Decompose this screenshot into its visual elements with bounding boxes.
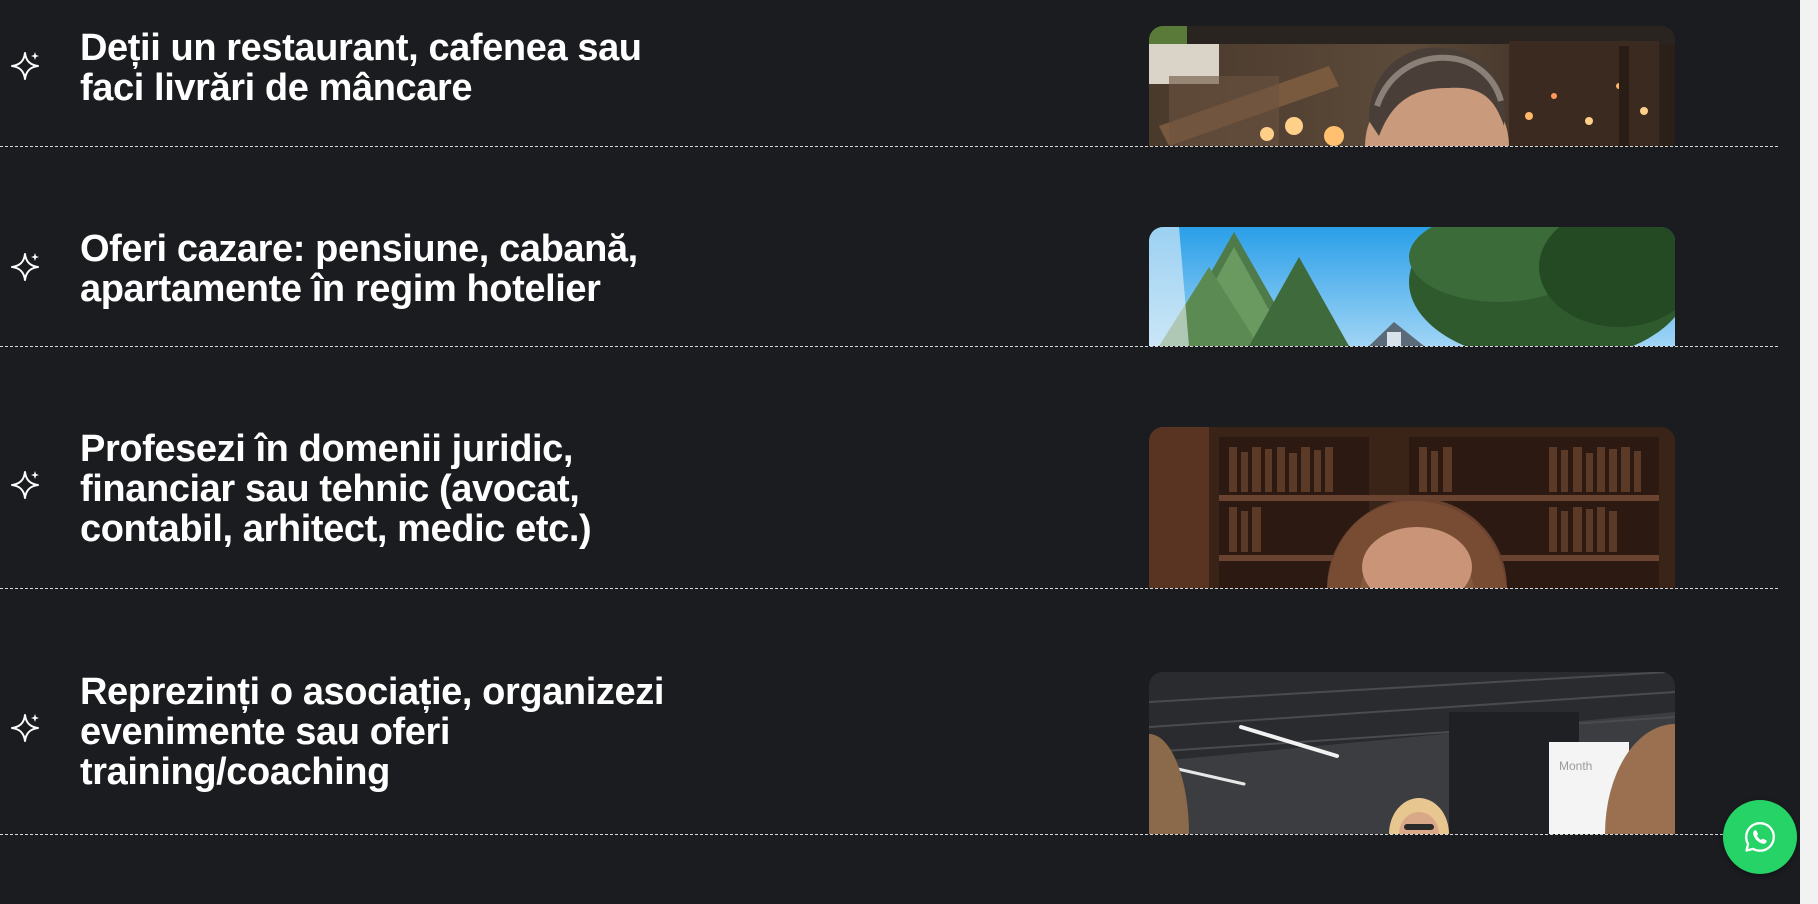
mountain-cabin-photo — [1149, 227, 1675, 346]
title-line: faci livrări de mâncare — [80, 67, 473, 109]
title-line: training/coaching — [80, 751, 390, 793]
training-session-photo: Month — [1149, 672, 1675, 834]
audience-row-professionals: Profesezi în domenii juridic, financiar … — [0, 346, 1778, 589]
page: Deții un restaurant, cafenea sau faci li… — [0, 0, 1818, 904]
title-line: apartamente în regim hotelier — [80, 268, 601, 310]
title-line: evenimente sau oferi — [80, 711, 451, 753]
sparkle-icon — [11, 714, 39, 742]
title-line: Oferi cazare: pensiune, cabană, — [80, 228, 638, 270]
whatsapp-icon — [1745, 822, 1775, 852]
audience-row-restaurant: Deții un restaurant, cafenea sau faci li… — [0, 0, 1778, 147]
audience-title: Deții un restaurant, cafenea sau faci li… — [80, 28, 680, 108]
sparkle-icon — [11, 471, 39, 499]
page-scrollbar[interactable] — [1800, 0, 1818, 904]
sparkle-icon — [11, 52, 39, 80]
title-line: contabil, arhitect, medic etc.) — [80, 508, 592, 550]
audience-title: Oferi cazare: pensiune, cabană, apartame… — [80, 229, 680, 309]
audience-title: Reprezinți o asociație, organizezi eveni… — [80, 672, 680, 792]
audience-title: Profesezi în domenii juridic, financiar … — [80, 429, 680, 549]
whatsapp-chat-button[interactable] — [1723, 800, 1797, 874]
title-line: Profesezi în domenii juridic, — [80, 428, 574, 470]
woman-in-library-office-photo — [1149, 427, 1675, 588]
sparkle-icon — [11, 253, 39, 281]
title-line: Deții un restaurant, cafenea sau — [80, 27, 642, 69]
svg-text:Month: Month — [1559, 759, 1592, 773]
audience-row-events-training: Reprezinți o asociație, organizezi eveni… — [0, 588, 1778, 835]
audience-row-accommodation: Oferi cazare: pensiune, cabană, apartame… — [0, 146, 1778, 347]
title-line: financiar sau tehnic (avocat, — [80, 468, 580, 510]
man-in-restaurant-photo — [1149, 26, 1675, 146]
title-line: Reprezinți o asociație, organizezi — [80, 671, 664, 713]
